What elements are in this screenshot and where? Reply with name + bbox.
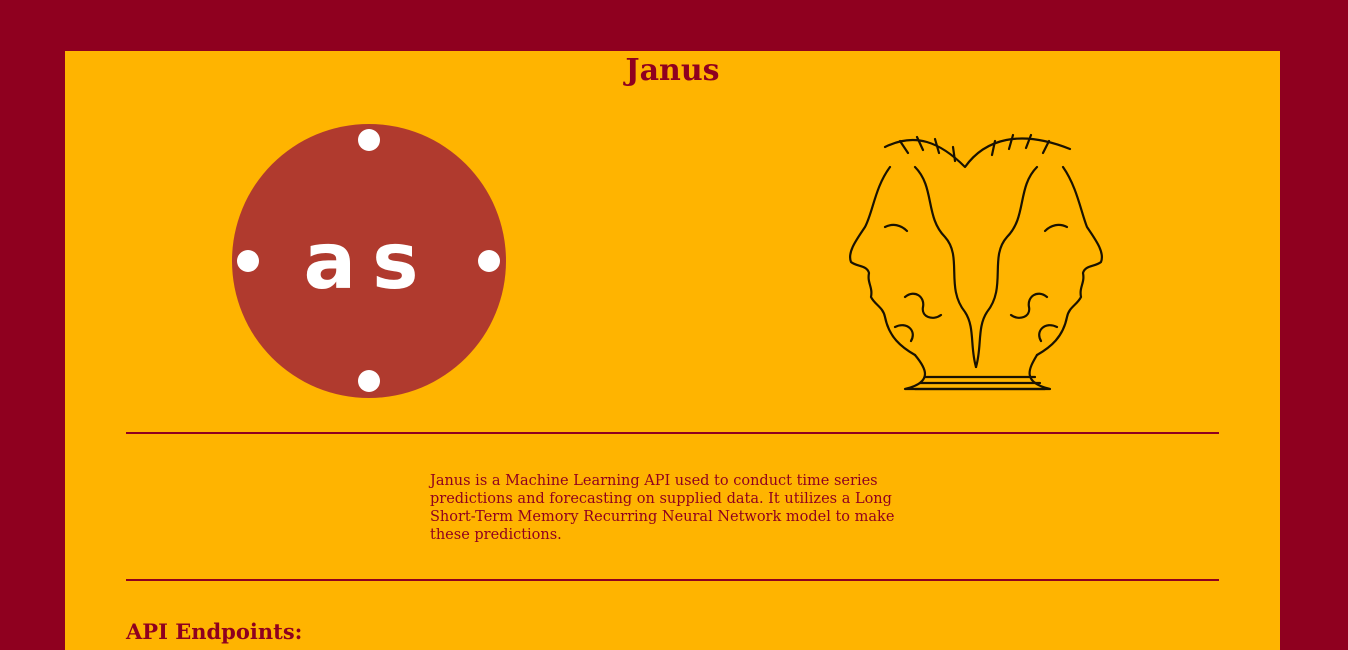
logo-text: as: [303, 217, 434, 307]
main-panel: Janus as Janus is a Machine Learning API…: [65, 51, 1280, 650]
top-divider: [126, 432, 1219, 434]
description-text: Janus is a Machine Learning API used to …: [430, 473, 895, 543]
janus-head-icon: [849, 133, 1103, 391]
page-title: Janus: [625, 53, 720, 88]
bottom-divider: [126, 579, 1219, 581]
as-logo-icon: as: [232, 124, 506, 398]
api-endpoints-heading: API Endpoints:: [126, 619, 303, 644]
